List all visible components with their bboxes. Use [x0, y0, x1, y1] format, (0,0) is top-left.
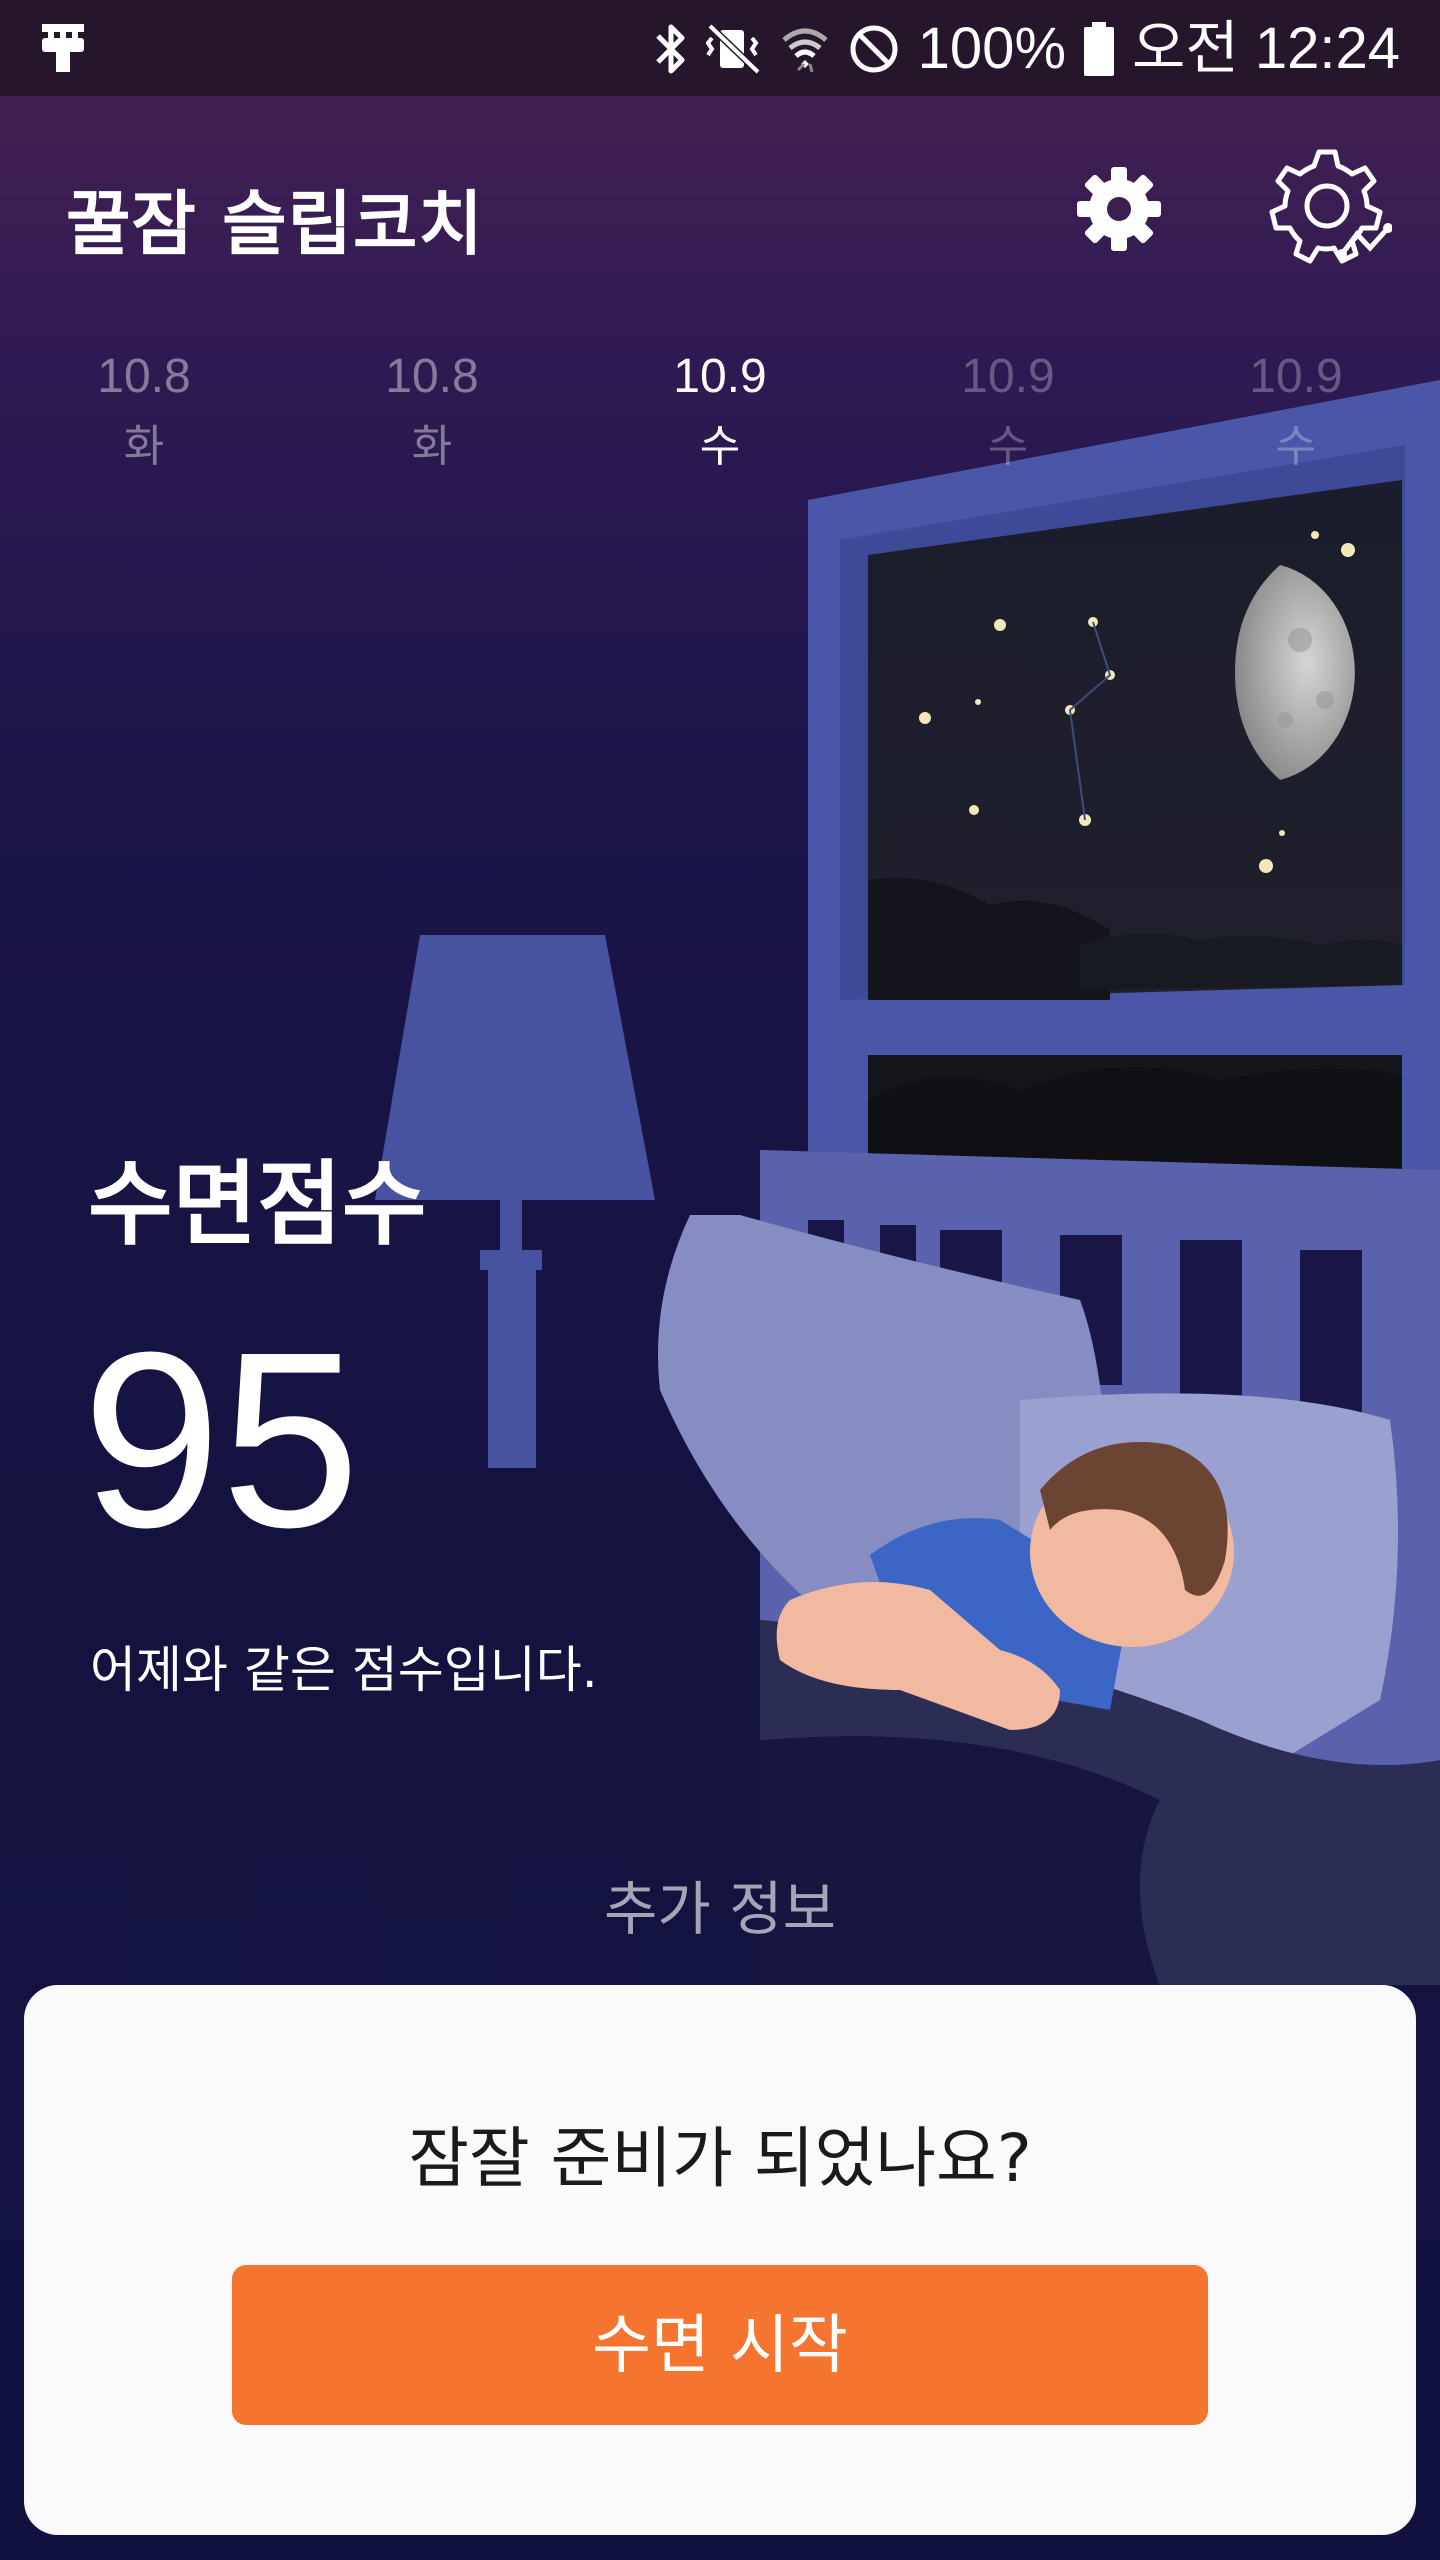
- date-tab-date: 10.9: [961, 350, 1055, 403]
- date-tab-day: 수: [1275, 421, 1317, 472]
- bluetooth-icon: [655, 24, 685, 74]
- ready-question: 잠잘 준비가 되었나요?: [408, 2120, 1032, 2197]
- sleep-settings-button[interactable]: [1262, 144, 1393, 274]
- clock: 오전 12:24: [1132, 16, 1400, 81]
- date-tab-5[interactable]: 10.9 수: [1196, 345, 1396, 485]
- date-tab-2[interactable]: 10.8 화: [332, 345, 532, 485]
- date-tab-day: 화: [123, 421, 165, 472]
- date-tab-date: 10.9: [1249, 350, 1343, 403]
- do-not-disturb-icon: [850, 25, 898, 73]
- date-tab-date: 10.8: [97, 350, 191, 403]
- settings-gear-icon: [1077, 167, 1161, 251]
- date-tab-day: 수: [987, 421, 1029, 472]
- status-bar: 100% 오전 12:24: [0, 0, 1440, 96]
- wifi-icon: [782, 28, 828, 73]
- date-tab-date: 10.8: [385, 350, 479, 403]
- battery-percent: 100%: [917, 16, 1067, 81]
- sleep-settings-icon: [1269, 149, 1393, 264]
- settings-button[interactable]: [1075, 165, 1163, 253]
- battery-icon: [1084, 22, 1115, 76]
- date-tab-1[interactable]: 10.8 화: [44, 345, 244, 485]
- app-title: 꿀잠 슬립코치: [66, 183, 484, 265]
- plug-icon: [42, 24, 84, 72]
- sleep-coach-screen: 100% 오전 12:24 꿀잠 슬립코치 10.8 화 10.8 화 10.9…: [0, 0, 1440, 2560]
- date-tab-3-selected[interactable]: 10.9 수: [620, 345, 820, 485]
- sleep-score-label: 수면점수: [88, 1151, 427, 1258]
- ready-to-sleep-card: 잠잘 준비가 되었나요? 수면 시작: [24, 1985, 1416, 2535]
- vibrate-icon: [705, 24, 761, 74]
- date-tab-date: 10.9: [673, 350, 767, 403]
- more-info-link[interactable]: 추가 정보: [0, 1862, 1440, 1946]
- status-icons: 100% 오전 12:24: [654, 14, 1400, 84]
- date-tab-day: 화: [411, 421, 453, 472]
- sleep-score-comment: 어제와 같은 점수입니다.: [90, 1641, 598, 1699]
- date-tab-4[interactable]: 10.9 수: [908, 345, 1108, 485]
- date-tab-day: 수: [699, 421, 741, 472]
- start-sleep-button[interactable]: 수면 시작: [232, 2265, 1208, 2425]
- sleep-score-value: 95: [82, 1300, 361, 1579]
